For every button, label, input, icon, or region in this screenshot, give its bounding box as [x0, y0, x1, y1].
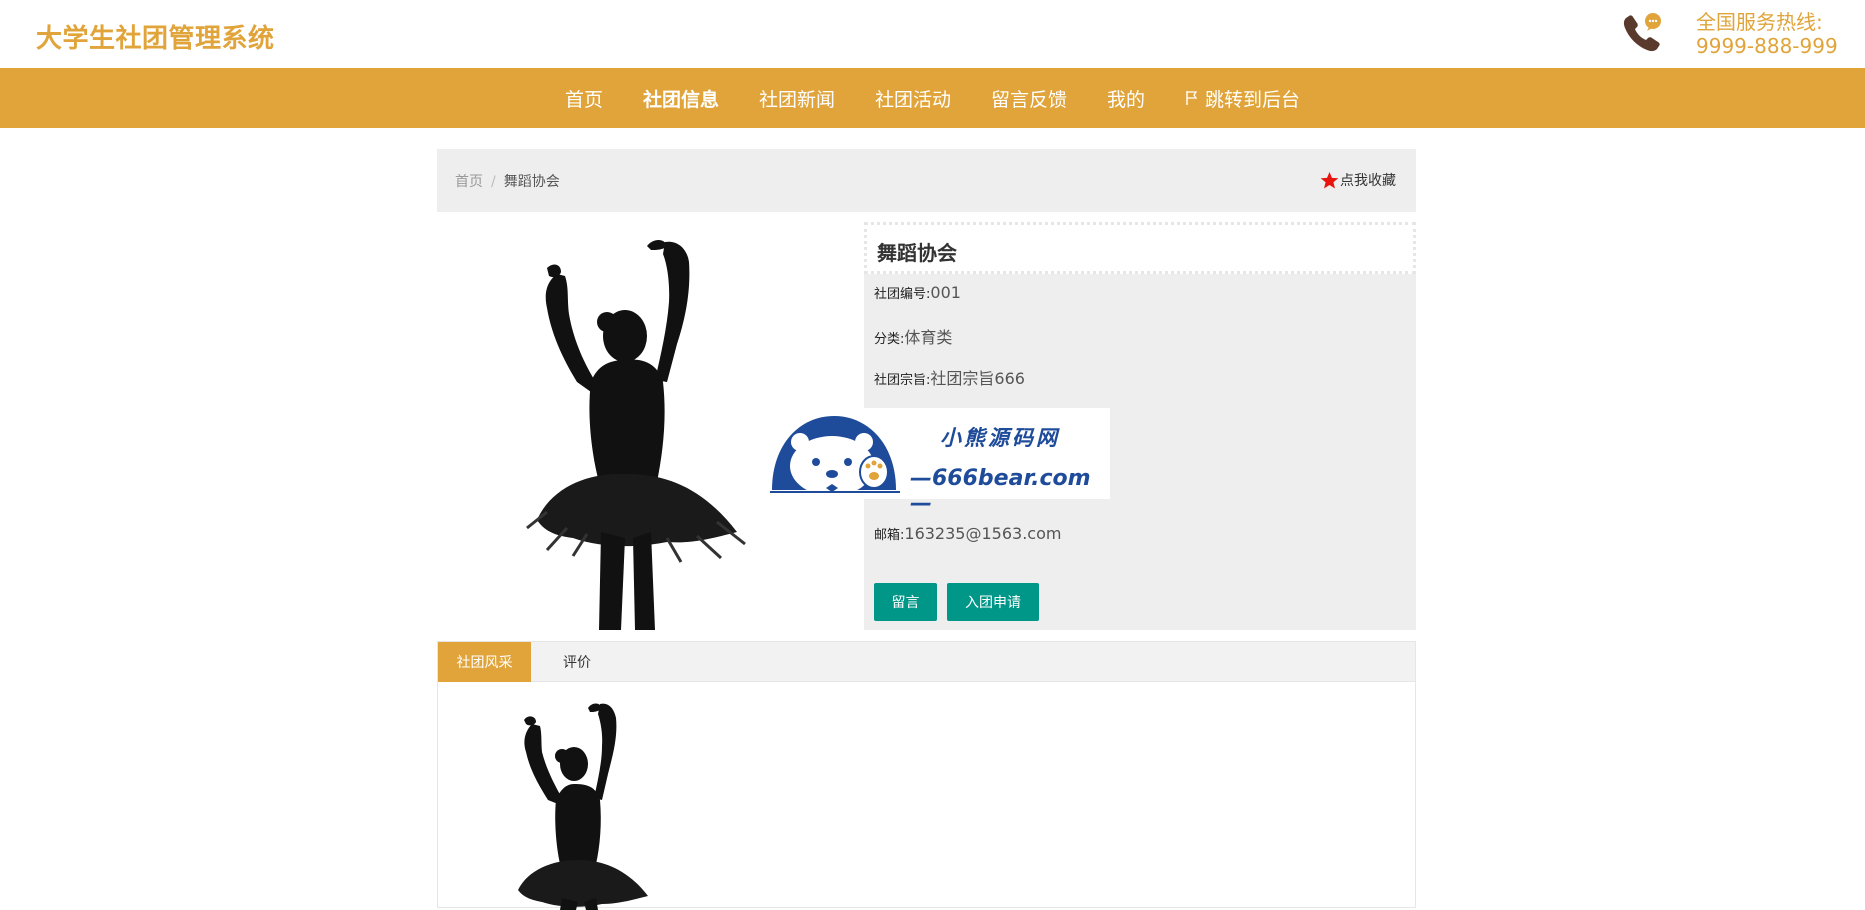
- nav-club-info[interactable]: 社团信息: [643, 85, 719, 112]
- message-button[interactable]: 留言: [874, 583, 937, 621]
- breadcrumb: 首页 / 舞蹈协会: [455, 171, 560, 191]
- watermark: 小熊源码网 —666bear.com—: [770, 408, 1110, 516]
- purpose-value: 社团宗旨666: [930, 369, 1025, 388]
- main-content: 首页 / 舞蹈协会 点我收藏 舞蹈协会 社团编号: 001 分类: 体育类 社团…: [437, 149, 1416, 910]
- email-value: 163235@1563.com: [904, 524, 1062, 543]
- hotline: 全国服务热线: 9999-888-999: [1696, 10, 1838, 58]
- breadcrumb-home[interactable]: 首页: [455, 174, 483, 190]
- favorite-button[interactable]: 点我收藏: [1320, 170, 1396, 190]
- breadcrumb-bar: 首页 / 舞蹈协会 点我收藏: [437, 149, 1416, 212]
- bear-logo-icon: [770, 416, 900, 496]
- breadcrumb-current: 舞蹈协会: [503, 174, 560, 190]
- purpose-label: 社团宗旨:: [874, 373, 931, 388]
- watermark-text-cn: 小熊源码网: [940, 426, 1060, 450]
- hotline-label: 全国服务热线:: [1696, 10, 1823, 34]
- info-row-email: 邮箱: 163235@1563.com: [874, 524, 1061, 543]
- top-header: 大学生社团管理系统 全国服务热线: 9999-888-999: [0, 0, 1865, 68]
- star-icon: [1320, 171, 1339, 188]
- hotline-number: 9999-888-999: [1696, 34, 1838, 58]
- nav-mine[interactable]: 我的: [1107, 85, 1145, 112]
- nav-club-activities[interactable]: 社团活动: [875, 85, 951, 112]
- nav-feedback[interactable]: 留言反馈: [991, 85, 1067, 112]
- nav-admin[interactable]: 跳转到后台: [1185, 85, 1300, 112]
- tab-club-style[interactable]: 社团风采: [438, 642, 531, 682]
- breadcrumb-separator: /: [491, 174, 496, 190]
- tabs-panel: 社团风采 评价: [437, 641, 1416, 910]
- nav-home[interactable]: 首页: [565, 85, 603, 112]
- club-id-label: 社团编号:: [874, 287, 931, 302]
- club-id-value: 001: [930, 283, 961, 302]
- flag-icon: [1186, 91, 1198, 105]
- phone-chat-icon: [1623, 13, 1661, 52]
- tabs-header: 社团风采 评价: [438, 642, 1415, 682]
- info-row-club-id: 社团编号: 001: [874, 283, 961, 302]
- category-value: 体育类: [904, 328, 953, 347]
- email-label: 邮箱:: [874, 528, 905, 543]
- apply-button[interactable]: 入团申请: [947, 583, 1039, 621]
- club-style-image: [518, 703, 648, 910]
- club-name: 舞蹈协会: [877, 241, 957, 265]
- info-row-purpose: 社团宗旨: 社团宗旨666: [874, 365, 1025, 389]
- watermark-text-en: —666bear.com—: [910, 466, 1091, 516]
- main-nav: 首页 社团信息 社团新闻 社团活动 留言反馈 我的 跳转到后台: [0, 68, 1865, 128]
- club-title-box: 舞蹈协会: [864, 222, 1416, 274]
- nav-club-news[interactable]: 社团新闻: [759, 85, 835, 112]
- nav-admin-label: 跳转到后台: [1205, 88, 1301, 111]
- tab-reviews[interactable]: 评价: [531, 642, 623, 682]
- category-label: 分类:: [874, 332, 905, 347]
- info-row-category: 分类: 体育类: [874, 324, 952, 348]
- favorite-label: 点我收藏: [1340, 173, 1396, 189]
- club-image: [526, 240, 746, 630]
- site-title[interactable]: 大学生社团管理系统: [36, 18, 275, 55]
